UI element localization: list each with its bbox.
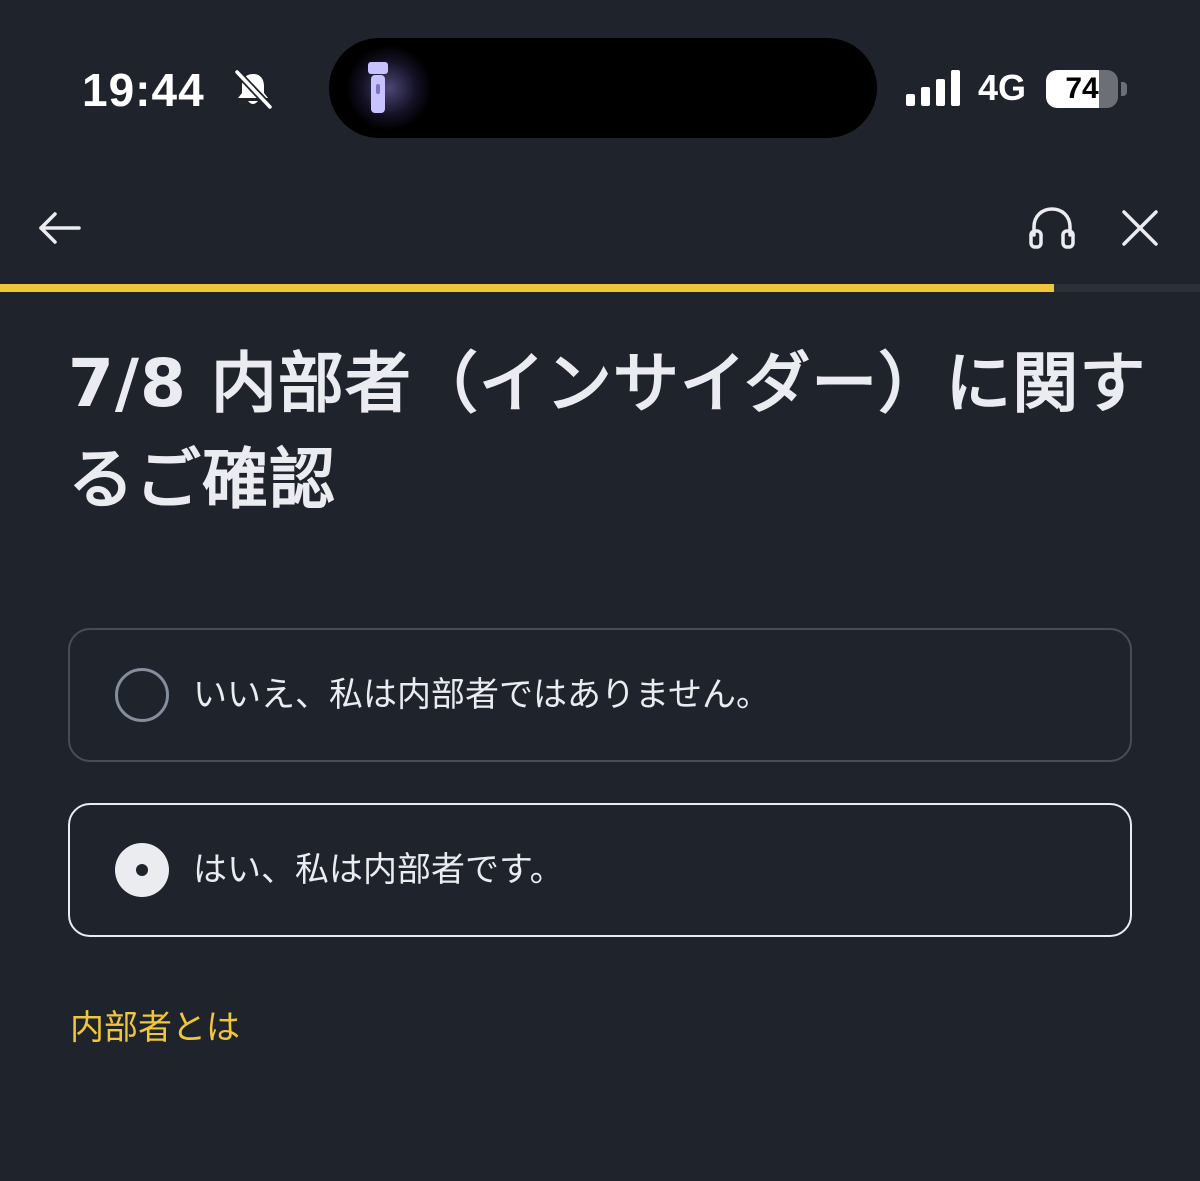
what-is-insider-link[interactable]: 内部者とは [70, 1004, 240, 1052]
bell-slash-icon [233, 68, 274, 110]
arrow-left-icon [39, 212, 81, 244]
flashlight-icon [368, 62, 388, 113]
radio-checked-icon[interactable] [115, 843, 169, 897]
dynamic-island [329, 38, 877, 138]
option-label: はい、私は内部者です。 [193, 850, 564, 890]
progress-fill [0, 284, 1054, 292]
battery-icon: 74 [1046, 70, 1118, 108]
option-is-insider[interactable]: はい、私は内部者です。 [68, 803, 1132, 937]
option-not-insider[interactable]: いいえ、私は内部者ではありません。 [68, 628, 1132, 762]
support-button[interactable] [1022, 198, 1082, 258]
battery-level: 74 [1065, 72, 1099, 105]
close-icon [1122, 210, 1158, 246]
network-type: 4G [978, 67, 1027, 108]
flashlight-glow [347, 46, 431, 130]
status-time: 19:44 [82, 64, 205, 116]
battery-cap [1121, 82, 1127, 96]
progress-bar [0, 284, 1200, 292]
back-button[interactable] [30, 198, 90, 258]
radio-unchecked-icon[interactable] [115, 668, 169, 722]
option-label: いいえ、私は内部者ではありません。 [193, 675, 770, 715]
status-bar: 19:44 4G 74 [0, 0, 1200, 170]
page-title: 7/8 内部者（インサイダー）に関するご確認 [68, 345, 1147, 518]
signal-icon [906, 70, 960, 106]
headset-icon [1029, 207, 1075, 249]
close-button[interactable] [1110, 198, 1170, 258]
